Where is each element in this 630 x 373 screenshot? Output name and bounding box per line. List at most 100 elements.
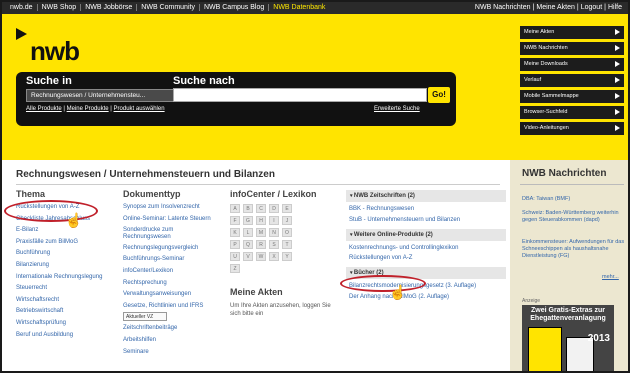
quick-sammelmappe[interactable]: Mobile Sammelmappe [520,90,624,103]
letter-button[interactable]: W [256,252,266,261]
divider [520,184,624,185]
ad-book-image [528,327,562,371]
dokumenttyp-item[interactable]: Sonderdrucke zum Rechnungswesen [123,227,213,240]
dokumenttyp-item[interactable]: Buchführungs-Seminar [123,256,225,263]
letter-button[interactable]: A [230,204,240,213]
thema-item[interactable]: Wirtschaftsrecht [16,297,116,304]
vz-select[interactable]: Aktueller VZ [123,311,167,321]
quick-meine-akten[interactable]: Meine Akten [520,26,624,39]
letter-button[interactable]: Q [243,240,253,249]
topnav-nwb-de[interactable]: nwb.de [6,4,38,11]
letter-button[interactable]: Z [230,264,240,273]
quick-verlauf[interactable]: Verlauf [520,74,624,87]
quick-downloads[interactable]: Meine Downloads [520,58,624,71]
thema-item[interactable]: Internationale Rechnungslegung [16,274,116,281]
quick-browser-suchfeld[interactable]: Browser-Suchfeld [520,106,624,119]
search-panel: Suche in Suche nach Rechnungswesen / Unt… [16,72,456,126]
letter-button[interactable]: B [243,204,253,213]
letter-button[interactable]: K [230,228,240,237]
letter-button[interactable]: E [282,204,292,213]
letter-button[interactable]: R [256,240,266,249]
dokumenttyp-item[interactable]: Seminare [123,349,225,356]
topnav-nachrichten[interactable]: NWB Nachrichten [473,4,533,11]
dokumenttyp-item[interactable]: Gesetze, Richtlinien und IFRS [123,303,225,310]
ad-banner[interactable]: Zwei Gratis-Extras zur Ehegattenveranlag… [522,305,614,371]
letter-button[interactable]: P [230,240,240,249]
dokumenttyp-item[interactable]: Verwaltungsanweisungen [123,291,225,298]
news-item[interactable]: Einkommensteuer: Aufwendungen für das Sc… [522,239,626,260]
quick-nachrichten[interactable]: NWB Nachrichten [520,42,624,55]
topnav-hilfe[interactable]: Hilfe [606,4,624,11]
topnav-logout[interactable]: Logout [579,4,604,11]
news-item[interactable]: DBA: Taiwan (BMF) [522,196,626,203]
letter-button[interactable]: V [243,252,253,261]
topnav-datenbank[interactable]: NWB Datenbank [269,4,329,11]
letter-button[interactable]: C [256,204,266,213]
topnav-community[interactable]: NWB Community [137,4,200,11]
quick-video-anleitungen[interactable]: Video-Anleitungen [520,122,624,135]
link-alle-produkte[interactable]: Alle Produkte [26,106,62,112]
thema-heading: Thema [16,189,46,199]
zeitschriften-heading[interactable]: NWB Zeitschriften (2) [346,190,506,202]
topnav-meine-akten[interactable]: Meine Akten [534,4,577,11]
news-heading: NWB Nachrichten [522,168,607,179]
meine-akten-text: Um Ihre Akten anzusehen, loggen Sie sich… [230,303,331,317]
thema-item[interactable]: Steuerrecht [16,285,116,292]
search-in-label: Suche in [26,75,72,87]
letter-button[interactable]: D [269,204,279,213]
weitere-heading[interactable]: Weitere Online-Produkte (2) [346,228,506,241]
letter-button[interactable]: S [269,240,279,249]
news-sidebar: NWB Nachrichten DBA: Taiwan (BMF) Schwei… [510,160,628,371]
news-more-link[interactable]: mehr... [602,274,619,280]
weitere-item[interactable]: Kostenrechnungs- und Controllinglexikon [349,245,506,251]
zeitschrift-item[interactable]: StuB - Unternehmensteuern und Bilanzen [349,217,506,223]
dokumenttyp-item[interactable]: Arbeitshilfen [123,337,225,344]
topnav-campus-blog[interactable]: NWB Campus Blog [199,4,270,11]
search-input[interactable] [173,88,427,102]
topnav-shop[interactable]: NWB Shop [37,4,82,11]
news-item[interactable]: Schweiz: Baden-Württemberg weiterhin geg… [522,210,626,224]
letter-button[interactable]: L [243,228,253,237]
link-meine-produkte[interactable]: Meine Produkte [67,106,109,112]
header-banner: nwb Suche in Suche nach Rechnungswesen /… [2,14,628,160]
buch-item[interactable]: Der Anhang nach BilMoG (2. Auflage) [349,294,506,300]
quick-links: Meine Akten NWB Nachrichten Meine Downlo… [520,26,624,138]
letter-button[interactable]: N [269,228,279,237]
search-go-button[interactable]: Go! [428,87,450,103]
zeitschrift-item[interactable]: BBK - Rechnungswesen [349,206,506,212]
thema-item[interactable]: Bilanzierung [16,262,116,269]
dokumenttyp-item[interactable]: Rechtsprechung [123,280,225,287]
thema-item[interactable]: Wirtschaftsprüfung [16,320,116,327]
letter-button[interactable]: O [282,228,292,237]
advanced-search-link[interactable]: Erweiterte Suche [374,106,420,112]
divider [16,184,500,185]
topnav-jobboerse[interactable]: NWB Jobbörse [81,4,138,11]
infocenter-column: infoCenter / Lexikon A B C D E F G H I J… [230,189,340,318]
letter-button[interactable]: Y [282,252,292,261]
letter-button[interactable]: G [243,216,253,225]
thema-item[interactable]: Betriebswirtschaft [16,308,116,315]
meine-akten-heading: Meine Akten [230,287,283,297]
thema-item[interactable]: Praxisfälle zum BilMoG [16,239,116,246]
letter-button[interactable]: T [282,240,292,249]
dokumenttyp-item[interactable]: Synopse zum Insolvenzrecht [123,204,225,211]
dokumenttyp-item[interactable]: infoCenter/Lexikon [123,268,225,275]
dokumenttyp-column: Dokumenttyp Synopse zum Insolvenzrecht O… [123,189,225,360]
dokumenttyp-item[interactable]: Rechnungslegungsvergleich [123,245,225,252]
letter-button[interactable]: I [269,216,279,225]
letter-button[interactable]: H [256,216,266,225]
search-scope-select[interactable]: Rechnungswesen / Unternehmensteu... [26,89,180,102]
thema-item[interactable]: Buchführung [16,250,116,257]
thema-item[interactable]: Beruf und Ausbildung [16,332,116,339]
letter-button[interactable]: X [269,252,279,261]
dokumenttyp-item[interactable]: Online-Seminar: Latente Steuern [123,216,225,223]
letter-button[interactable]: U [230,252,240,261]
hand-cursor-icon: ☝ [389,284,407,300]
weitere-item[interactable]: Rückstellungen von A-Z [349,255,506,261]
letter-button[interactable]: M [256,228,266,237]
letter-button[interactable]: J [282,216,292,225]
letter-button[interactable]: F [230,216,240,225]
dokumenttyp-item[interactable]: Zeitschriftenbeiträge [123,325,225,332]
logo[interactable]: nwb [30,36,80,67]
link-produkt-auswaehlen[interactable]: Produkt auswählen [114,106,165,112]
